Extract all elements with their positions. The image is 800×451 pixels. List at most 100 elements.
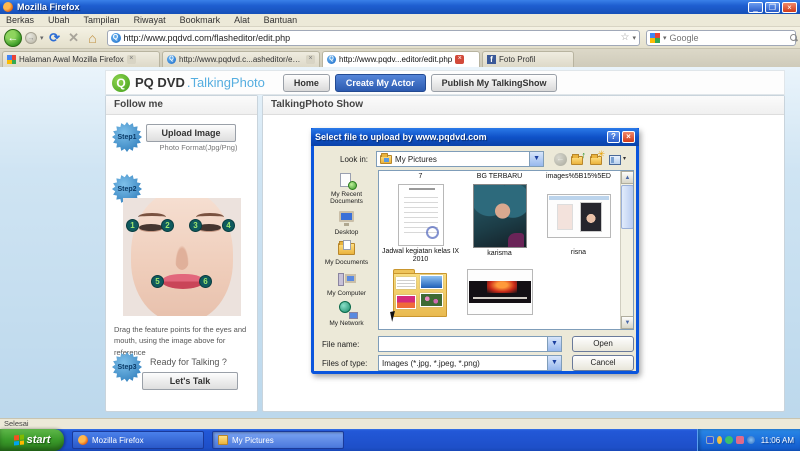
desktop-icon — [336, 210, 358, 228]
taskbar-item-firefox[interactable]: Mozilla Firefox — [72, 431, 204, 449]
place-my-network[interactable]: My Network — [319, 301, 374, 327]
scroll-down-icon[interactable]: ▼ — [621, 316, 634, 329]
left-eye — [139, 224, 163, 231]
search-engine-dropdown-icon[interactable]: ▾ — [663, 34, 667, 42]
file-item-concert[interactable] — [460, 269, 539, 319]
security-tray-icon[interactable] — [706, 436, 714, 444]
menu-riwayat[interactable]: Riwayat — [134, 15, 166, 25]
menu-bar: Berkas Ubah Tampilan Riwayat Bookmark Al… — [0, 14, 800, 27]
view-menu-icon[interactable]: ▾ — [608, 152, 624, 167]
home-nav-button[interactable]: Home — [283, 74, 330, 92]
key-tray-icon[interactable] — [717, 436, 722, 444]
history-dropdown-icon[interactable]: ▾ — [40, 34, 44, 42]
step3-badge: Step3 — [112, 352, 142, 382]
place-desktop[interactable]: Desktop — [319, 210, 374, 236]
picture-folder-thumbnail[interactable] — [393, 269, 449, 319]
place-my-documents[interactable]: My Documents — [319, 240, 374, 266]
concert-thumbnail[interactable] — [467, 269, 533, 315]
place-recent-documents[interactable]: My Recent Documents — [319, 172, 374, 206]
network-tray-icon[interactable] — [725, 436, 733, 444]
feature-point-2[interactable]: 2 — [161, 219, 174, 232]
start-button[interactable]: start — [0, 429, 64, 451]
menu-ubah[interactable]: Ubah — [48, 15, 70, 25]
status-text: Selesai — [4, 419, 29, 428]
file-item[interactable]: BG TERBARU — [460, 171, 539, 184]
system-tray: 11:06 AM — [697, 429, 800, 451]
tab-home[interactable]: Halaman Awal Mozilla Firefox × — [2, 51, 160, 67]
combo-dropdown-icon[interactable]: ▼ — [547, 356, 561, 370]
files-of-type-combobox[interactable]: Images (*.jpg, *.jpeg, *.png) ▼ — [378, 355, 562, 371]
restore-button[interactable]: ❐ — [765, 2, 780, 13]
up-one-level-icon[interactable]: ↑ — [570, 152, 586, 167]
scrollbar-thumb[interactable] — [621, 185, 634, 229]
home-button[interactable]: ⌂ — [85, 30, 101, 46]
google-icon — [650, 33, 660, 43]
photo-format-note: Photo Format(Jpg/Png) — [146, 143, 251, 152]
url-bar[interactable]: Q ☆ ▾ — [107, 30, 640, 46]
feature-point-3[interactable]: 3 — [189, 219, 202, 232]
create-my-actor-button[interactable]: Create My Actor — [335, 74, 426, 92]
search-icon[interactable] — [790, 34, 798, 42]
close-button[interactable]: × — [782, 2, 797, 13]
dialog-help-button[interactable]: ? — [607, 131, 620, 143]
feature-point-4[interactable]: 4 — [222, 219, 235, 232]
file-item-jadwal[interactable]: Jadwal kegiatan kelas IX 2010 — [381, 184, 460, 265]
bookmark-star-icon[interactable]: ☆ — [621, 32, 630, 43]
cancel-button[interactable]: Cancel — [572, 355, 634, 371]
reload-button[interactable]: ⟳ — [47, 30, 63, 46]
file-item-folder[interactable] — [381, 269, 460, 319]
look-in-label: Look in: — [340, 155, 368, 164]
place-my-computer[interactable]: My Computer — [319, 271, 374, 297]
tab-close-icon[interactable]: × — [127, 55, 136, 64]
tab-close-icon[interactable]: × — [306, 55, 315, 64]
stop-button[interactable]: ✕ — [66, 30, 82, 46]
feature-point-5[interactable]: 5 — [151, 275, 164, 288]
menu-alat[interactable]: Alat — [234, 15, 250, 25]
menu-bantuan[interactable]: Bantuan — [264, 15, 298, 25]
back-button[interactable]: ← — [4, 29, 22, 47]
scroll-up-icon[interactable]: ▲ — [621, 171, 634, 184]
combo-dropdown-icon[interactable]: ▼ — [547, 337, 561, 351]
messenger-tray-icon[interactable] — [736, 436, 744, 444]
publish-talkingshow-button[interactable]: Publish My TalkingShow — [431, 74, 558, 92]
open-button[interactable]: Open — [572, 336, 634, 352]
screenshot-thumbnail[interactable] — [547, 194, 611, 238]
tab-facebook[interactable]: f Foto Profil — [482, 51, 574, 67]
search-box[interactable]: ▾ — [646, 30, 796, 46]
tab-pqdvd-2-active[interactable]: Q http://www.pqdv...editor/edit.php × — [322, 51, 480, 67]
file-item[interactable]: 7 — [381, 171, 460, 184]
combo-dropdown-icon[interactable]: ▼ — [529, 152, 543, 166]
new-folder-icon[interactable]: ✳ — [589, 152, 605, 167]
search-input[interactable] — [670, 33, 787, 43]
dialog-close-button[interactable]: × — [622, 131, 635, 143]
tab-pqdvd-1[interactable]: Q http://www.pqdvd.c...asheditor/edit.ph… — [162, 51, 320, 67]
file-item[interactable]: images%5B15%5ED — [539, 171, 618, 184]
menu-tampilan[interactable]: Tampilan — [84, 15, 120, 25]
feature-point-6[interactable]: 6 — [199, 275, 212, 288]
left-eyebrow — [138, 213, 166, 221]
url-input[interactable] — [124, 33, 618, 43]
file-list-scrollbar[interactable]: ▲ ▼ — [620, 171, 633, 329]
tab-close-icon[interactable]: × — [455, 55, 464, 64]
look-in-value: My Pictures — [395, 155, 543, 164]
window-titlebar[interactable]: Mozilla Firefox _ ❐ × — [0, 0, 800, 14]
dialog-titlebar[interactable]: Select file to upload by www.pqdvd.com ?… — [311, 128, 639, 146]
file-item-risna[interactable]: risna — [539, 184, 618, 265]
file-item-karisma[interactable]: karisma — [460, 184, 539, 265]
url-dropdown-icon[interactable]: ▾ — [632, 34, 636, 42]
look-in-combobox[interactable]: My Pictures ▼ — [376, 151, 544, 167]
back-nav-icon[interactable]: ← — [554, 153, 567, 166]
feature-point-1[interactable]: 1 — [126, 219, 139, 232]
menu-bookmark[interactable]: Bookmark — [180, 15, 221, 25]
update-tray-icon[interactable] — [747, 436, 755, 444]
upload-image-button[interactable]: Upload Image — [146, 124, 236, 142]
taskbar-item-my-pictures[interactable]: My Pictures — [212, 431, 344, 449]
minimize-button[interactable]: _ — [748, 2, 763, 13]
forward-button[interactable]: → — [25, 32, 37, 44]
lets-talk-button[interactable]: Let's Talk — [142, 372, 238, 390]
document-thumbnail[interactable] — [398, 184, 444, 246]
taskbar-clock: 11:06 AM — [761, 436, 794, 445]
portrait-thumbnail[interactable] — [473, 184, 527, 248]
menu-berkas[interactable]: Berkas — [6, 15, 34, 25]
file-name-combobox[interactable]: ▼ — [378, 336, 562, 352]
